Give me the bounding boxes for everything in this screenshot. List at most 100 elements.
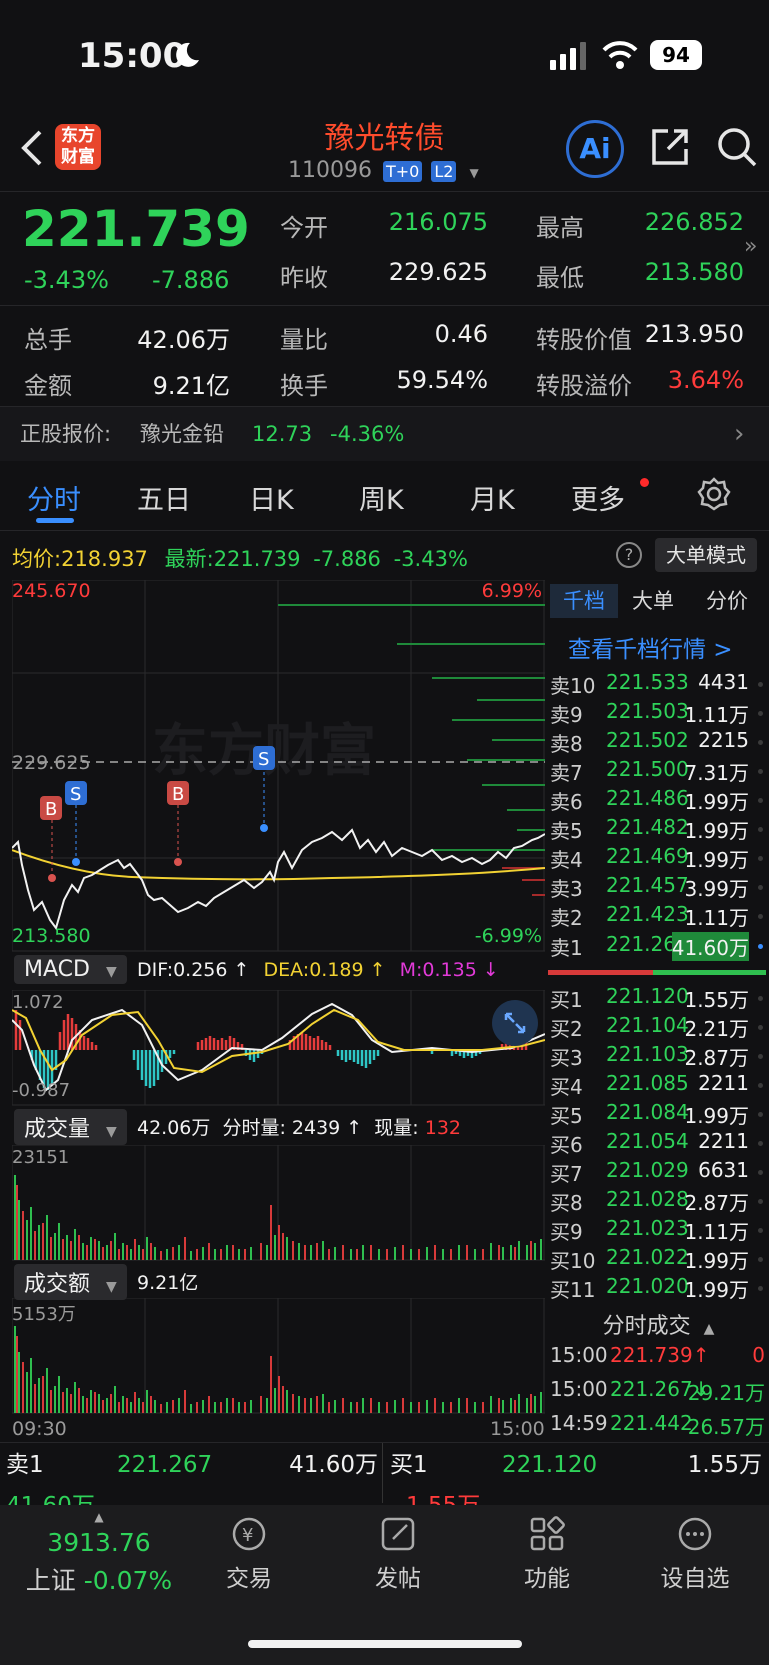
ask-level: 卖7 — [550, 761, 583, 785]
stock-label: 正股报价: — [20, 422, 112, 446]
bid-level: 买5 — [550, 1104, 583, 1128]
orderbook-tab-dadan[interactable]: 大单 — [632, 584, 674, 618]
fullscreen-icon[interactable] — [492, 1000, 538, 1046]
ask-row[interactable]: 卖8 221.502 2215 — [548, 728, 769, 757]
nav-post[interactable]: 发帖 — [323, 1515, 473, 1593]
tab-more[interactable]: 更多 — [571, 478, 625, 517]
ask-row[interactable]: 卖5 221.482 1.99万 — [548, 815, 769, 844]
ask-level: 卖4 — [550, 848, 583, 872]
tab-zhouk[interactable]: 周K — [359, 478, 404, 517]
bid-row[interactable]: 买9 221.023 1.11万 — [548, 1216, 769, 1245]
tab-rik[interactable]: 日K — [249, 478, 294, 517]
ask-row[interactable]: 卖6 221.486 1.99万 — [548, 786, 769, 815]
orderbook-tab-fenjia[interactable]: 分价 — [706, 584, 748, 618]
intraday-chart[interactable]: 东方财富 B S B S — [12, 580, 545, 952]
volume-tick: 2439 ↑ — [291, 1117, 363, 1139]
nav-function[interactable]: 功能 — [472, 1515, 622, 1593]
tab-fenshi[interactable]: 分时 — [27, 478, 81, 517]
volume-selector[interactable]: 成交量 ▼ — [14, 1109, 127, 1145]
vol-label: 总手 — [24, 326, 72, 354]
bid-row[interactable]: 买11 221.020 1.99万 — [548, 1274, 769, 1303]
bid-row[interactable]: 买1 221.120 1.55万 — [548, 984, 769, 1013]
bigorder-mode-button[interactable]: 大单模式 — [655, 538, 757, 572]
bid-price: 221.120 — [606, 984, 689, 1008]
bottom-buy-label: 买1 — [390, 1452, 428, 1478]
tab-yuek[interactable]: 月K — [470, 478, 515, 517]
ai-label: Ai — [579, 132, 611, 165]
ask-row[interactable]: 卖7 221.500 7.31万 — [548, 757, 769, 786]
ask-row[interactable]: 卖9 221.503 1.11万 — [548, 699, 769, 728]
buy-mark-2[interactable]: B — [167, 781, 189, 805]
amount-total: 9.21亿 — [137, 1272, 199, 1294]
ask-row[interactable]: 卖4 221.469 1.99万 — [548, 844, 769, 873]
macd-label: MACD — [24, 957, 90, 982]
l2-badge: L2 — [431, 161, 457, 182]
row-dot — [758, 798, 763, 803]
share-icon[interactable] — [648, 125, 692, 169]
amount-selector[interactable]: 成交额 ▼ — [14, 1264, 127, 1300]
bid-row[interactable]: 买4 221.085 2211 — [548, 1071, 769, 1100]
bid-row[interactable]: 买7 221.029 6631 — [548, 1158, 769, 1187]
tick-time: 15:00 — [550, 1343, 608, 1367]
nav-watchlist[interactable]: 设自选 — [620, 1515, 769, 1593]
search-icon[interactable] — [715, 125, 759, 169]
ticks-title[interactable]: 分时成交 ▲ — [548, 1308, 769, 1340]
tick-price: 221.739↑ — [610, 1343, 710, 1367]
ask-level: 卖5 — [550, 819, 583, 843]
row-dot — [758, 996, 763, 1001]
bid-row[interactable]: 买3 221.103 2.87万 — [548, 1042, 769, 1071]
prev-label: 昨收 — [280, 264, 328, 292]
svg-text:¥: ¥ — [242, 1525, 253, 1546]
prem-label: 转股溢价 — [536, 372, 632, 400]
nav-trade[interactable]: ¥ 交易 — [174, 1515, 324, 1593]
chart-ymax-pct: 6.99% — [481, 580, 542, 602]
index-widget[interactable]: ▲ 3913.76 上证 -0.07% — [14, 1510, 184, 1597]
bid-row[interactable]: 买8 221.028 2.87万 — [548, 1187, 769, 1216]
row-dot — [758, 1083, 763, 1088]
caret-down-icon: ▼ — [106, 1124, 117, 1140]
bid-row[interactable]: 买6 221.054 2211 — [548, 1129, 769, 1158]
svg-text:B: B — [172, 784, 184, 805]
tick-time: 15:00 — [550, 1377, 608, 1401]
ask-volume: 1.99万 — [684, 790, 749, 814]
ask-price: 221.423 — [606, 902, 689, 926]
bid-level: 买8 — [550, 1191, 583, 1215]
bid-volume: 2.87万 — [684, 1191, 749, 1215]
sell-mark-1[interactable]: S — [65, 781, 87, 805]
bid-row[interactable]: 买2 221.104 2.21万 — [548, 1013, 769, 1042]
ask-level: 卖2 — [550, 906, 583, 930]
gear-icon[interactable] — [697, 477, 731, 511]
tab-wuri[interactable]: 五日 — [137, 478, 191, 517]
bottom-sell1: 卖1 221.267 41.60万 — [0, 1443, 382, 1487]
orderbook-tab-qiandang[interactable]: 千档 — [550, 584, 618, 618]
ai-button[interactable]: Ai — [566, 120, 624, 178]
moon-icon — [172, 40, 202, 70]
bid-volume: 6631 — [698, 1158, 749, 1182]
prem-value: 3.64% — [667, 366, 744, 394]
volume-tick-label: 分时量: — [222, 1117, 286, 1139]
orderbook-link[interactable]: 查看千档行情 > — [568, 630, 733, 664]
amt-label: 金额 — [24, 372, 72, 400]
ask-price: 221.482 — [606, 815, 689, 839]
bid-volume: 1.55万 — [684, 988, 749, 1012]
bid-row[interactable]: 买5 221.084 1.99万 — [548, 1100, 769, 1129]
ask-row[interactable]: 卖3 221.457 3.99万 — [548, 873, 769, 902]
ask-row[interactable]: 卖10 221.533 4431 — [548, 670, 769, 699]
chart-ymin: 213.580 — [12, 925, 91, 947]
help-icon[interactable]: ? — [616, 542, 642, 568]
underlying-stock-row[interactable]: 正股报价: 豫光金铅 12.73 -4.36% › — [0, 407, 769, 461]
last-price: 221.739 — [22, 200, 250, 258]
time-end: 15:00 — [490, 1418, 545, 1440]
sell-mark-2[interactable]: S — [253, 746, 275, 770]
bid-row[interactable]: 买10 221.022 1.99万 — [548, 1245, 769, 1274]
ask-row[interactable]: 卖1 221.267 41.60万 — [548, 932, 769, 961]
high-value: 226.852 — [644, 208, 744, 236]
expand-icon[interactable]: » — [744, 234, 757, 259]
buy-mark-1[interactable]: B — [40, 796, 62, 820]
ask-level: 卖10 — [550, 674, 596, 698]
macd-selector[interactable]: MACD ▼ — [14, 955, 127, 984]
ask-row[interactable]: 卖2 221.423 1.11万 — [548, 902, 769, 931]
amount-label: 成交额 — [24, 1272, 91, 1297]
ask-price: 221.502 — [606, 728, 689, 752]
code-line[interactable]: 110096 T+0 L2 ▼ — [288, 158, 479, 183]
